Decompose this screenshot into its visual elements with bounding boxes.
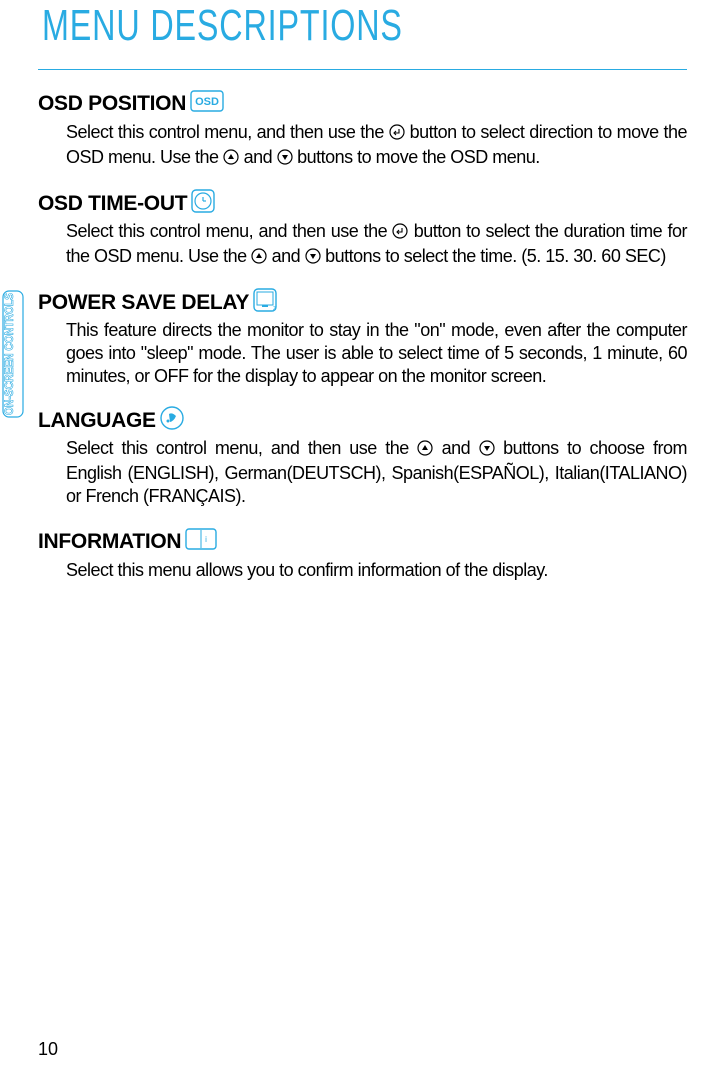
svg-text:z: z [273,306,276,312]
section-body: Select this control menu, and then use t… [66,121,687,171]
body-text: Select this control menu, and then use t… [66,122,389,142]
globe-icon [160,406,184,435]
power-save-icon: z [253,288,277,317]
section-body: This feature directs the monitor to stay… [66,319,687,388]
body-text: This feature directs the monitor to stay… [66,320,687,386]
section-title: LANGUAGE [38,409,156,433]
section: OSD TIME-OUT Select this control menu, a… [38,189,687,270]
section: POWER SAVE DELAY z This feature directs t… [38,288,687,388]
section-body: Select this menu allows you to confirm i… [66,559,687,582]
body-text: Select this control menu, and then use t… [66,438,417,458]
section: OSD POSITION OSD Select this control menu… [38,88,687,171]
body-text: buttons to select the time. (5. 15. 30. … [321,246,666,266]
enter-icon [392,222,408,245]
osd-icon: OSD [190,88,224,119]
section-body: Select this control menu, and then use t… [66,220,687,270]
divider [38,69,687,70]
section-title: OSD TIME-OUT [38,192,187,216]
page-title: MENU DESCRIPTIONS [42,2,590,51]
section: LANGUAGE Select this control menu, and t… [38,406,687,508]
down-icon [305,247,321,270]
up-icon [251,247,267,270]
up-icon [223,148,239,171]
svg-text:i: i [205,535,207,544]
body-text: and [239,147,277,167]
body-text: and [433,438,478,458]
side-tab: ON-SCREEN CONTROLS [2,290,24,418]
body-text: Select this control menu, and then use t… [66,221,392,241]
body-text: and [267,246,305,266]
section-title: INFORMATION [38,530,181,554]
section-title: OSD POSITION [38,92,186,116]
info-icon: i [185,526,217,557]
page-number: 10 [38,1039,58,1060]
svg-text:OSD: OSD [195,96,219,108]
up-icon [417,439,433,462]
svg-text:ON-SCREEN CONTROLS: ON-SCREEN CONTROLS [2,293,16,415]
section: INFORMATION i Select this menu allows you… [38,526,687,582]
body-text: buttons to move the OSD menu. [293,147,540,167]
section-title: POWER SAVE DELAY [38,291,249,315]
section-body: Select this control menu, and then use t… [66,437,687,508]
body-text: Select this menu allows you to confirm i… [66,560,548,580]
clock-icon [191,189,215,218]
enter-icon [389,123,405,146]
down-icon [277,148,293,171]
down-icon [479,439,495,462]
